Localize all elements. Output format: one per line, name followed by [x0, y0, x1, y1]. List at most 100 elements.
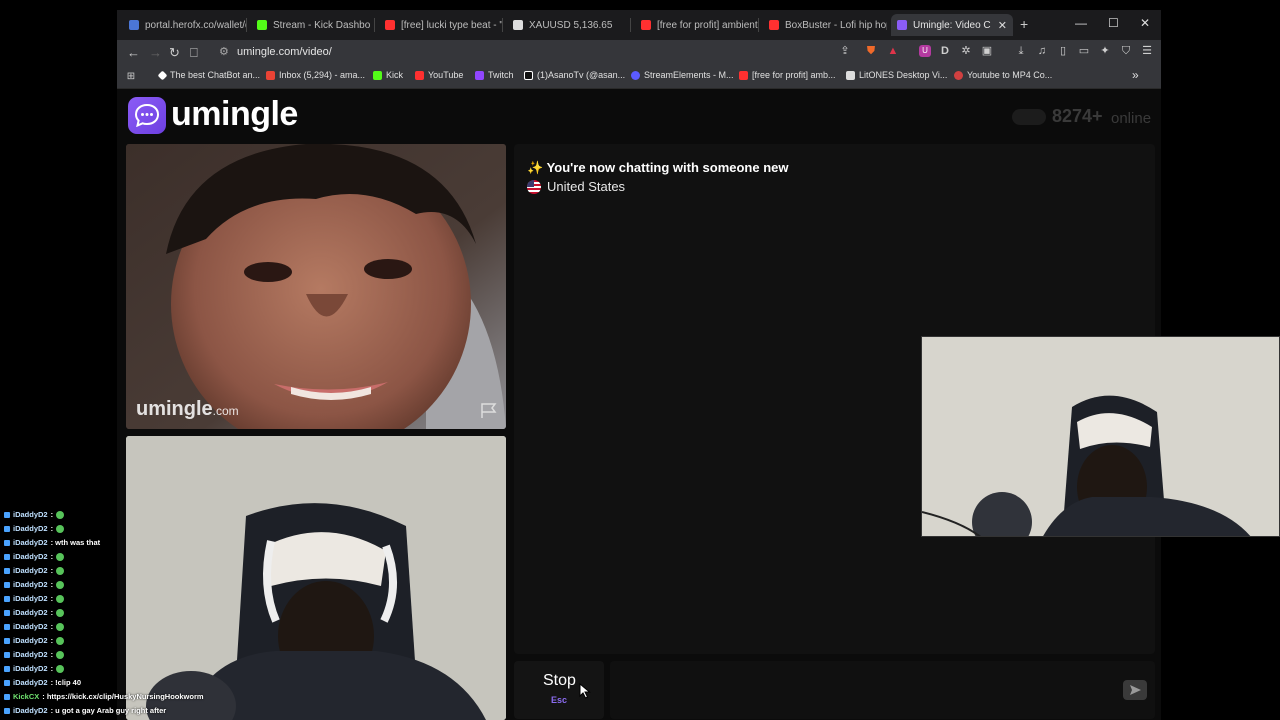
bookmark-streamelements[interactable]: StreamElements - M... — [631, 70, 734, 80]
tab-ambient[interactable]: [free for profit] ambient — [635, 14, 759, 36]
close-tab-icon[interactable]: ✕ — [998, 19, 1007, 32]
tab-favicon — [513, 20, 523, 30]
tab-kick-dashboard[interactable]: Stream - Kick Dashbo — [251, 14, 375, 36]
online-indicator — [1012, 109, 1046, 125]
report-flag-icon[interactable] — [480, 403, 498, 419]
country-label: United States — [547, 179, 626, 194]
bookmark-ambient[interactable]: [free for profit] amb... — [739, 70, 836, 80]
emote-icon — [56, 608, 65, 617]
address-bar[interactable]: umingle.com/video/ — [237, 46, 332, 58]
logo-chat-icon[interactable] — [128, 97, 166, 134]
tab-title: portal.herofx.co/wallet/d — [145, 19, 247, 31]
chat-username: iDaddyD2 — [13, 524, 48, 533]
stream-chat-message: iDaddyD2: — [4, 650, 65, 659]
bookmark-icon[interactable]: ⎕ — [190, 45, 198, 61]
stream-chat-message: iDaddyD2: — [4, 566, 65, 575]
site-logo[interactable]: umingle — [171, 95, 298, 134]
chat-badge-icon — [4, 637, 10, 644]
puzzle-icon[interactable]: ✲ — [960, 45, 972, 57]
emote-icon — [56, 622, 65, 631]
extension-box-icon[interactable]: ▣ — [981, 45, 993, 57]
chat-badge-icon — [4, 679, 10, 686]
bookmark-kick[interactable]: Kick — [373, 70, 403, 80]
chat-text: : — [50, 566, 54, 575]
tab-herofx[interactable]: portal.herofx.co/wallet/d — [123, 14, 247, 36]
chat-badge-icon — [4, 581, 10, 588]
chat-username: iDaddyD2 — [13, 510, 48, 519]
emote-icon — [56, 552, 65, 561]
tab-title: Stream - Kick Dashbo — [273, 19, 371, 31]
apps-grid-icon[interactable]: ⊞ — [125, 71, 137, 83]
more-bookmarks-icon[interactable]: » — [1132, 68, 1139, 82]
emote-icon — [56, 594, 65, 603]
bookmark-yt-mp4[interactable]: Youtube to MP4 Co... — [954, 70, 1052, 80]
bookmark-label: YouTube — [428, 70, 464, 80]
chat-badge-icon — [4, 567, 10, 574]
tab-boxbuster[interactable]: BoxBuster - Lofi hip hop — [763, 14, 887, 36]
leo-ai-icon[interactable]: ✦ — [1099, 45, 1111, 57]
music-icon[interactable]: ♫ — [1036, 45, 1048, 57]
tab-favicon — [129, 20, 139, 30]
extension-icon[interactable]: U — [919, 45, 931, 57]
brave-shield-icon[interactable]: ⛊ — [865, 45, 877, 57]
menu-icon[interactable]: ☰ — [1141, 45, 1153, 57]
new-tab-button[interactable]: + — [1020, 16, 1028, 32]
emote-icon — [56, 510, 65, 519]
stream-chat-message: iDaddyD2: — [4, 636, 65, 645]
stream-chat-overlay: iDaddyD2: iDaddyD2: iDaddyD2: wth was that… — [0, 500, 230, 720]
minimize-button[interactable]: — — [1075, 16, 1087, 30]
maximize-button[interactable]: ☐ — [1108, 16, 1119, 30]
watermark-text: umingle — [136, 398, 213, 420]
bookmark-label: Kick — [386, 70, 404, 80]
tab-strip: portal.herofx.co/wallet/d Stream - Kick … — [117, 10, 1161, 40]
brave-rewards-icon[interactable]: ▲ — [887, 45, 899, 57]
bookmark-label: Twitch — [488, 70, 514, 80]
chat-text: : — [50, 622, 54, 631]
extension-d-icon[interactable]: D — [939, 45, 951, 57]
close-window-button[interactable]: ✕ — [1140, 16, 1150, 30]
chat-text: : — [50, 664, 54, 673]
reload-icon[interactable]: ↻ — [169, 45, 180, 61]
tab-title: XAUUSD 5,136.65 — [529, 19, 613, 31]
back-icon[interactable]: ← — [127, 45, 140, 60]
chat-text: : — [50, 510, 54, 519]
chat-username: iDaddyD2 — [13, 650, 48, 659]
chat-username: iDaddyD2 — [13, 636, 48, 645]
bookmark-litones[interactable]: LitONES Desktop Vi... — [846, 70, 947, 80]
chat-text: : wth was that — [50, 538, 101, 547]
webcam-image — [922, 337, 1279, 536]
message-input[interactable] — [610, 661, 1155, 719]
send-icon[interactable] — [1123, 680, 1147, 700]
sparkle-icon: ✨ — [527, 160, 544, 175]
stream-chat-message: iDaddyD2: !clip 40 — [4, 678, 81, 687]
chat-username: iDaddyD2 — [13, 538, 48, 547]
forward-icon[interactable]: → — [149, 45, 162, 60]
wallet-icon[interactable]: ▭ — [1078, 45, 1090, 57]
bookmark-youtube[interactable]: YouTube — [415, 70, 463, 80]
vpn-shield-icon[interactable]: ⛉ — [1120, 45, 1132, 57]
bookmark-label: StreamElements - M... — [644, 70, 734, 80]
download-icon[interactable]: ⤓ — [1015, 45, 1027, 57]
bookmark-inbox[interactable]: Inbox (5,294) - ama... — [266, 70, 365, 80]
stop-button[interactable]: Stop Esc — [514, 661, 604, 719]
tab-umingle[interactable]: Umingle: Video C ✕ — [891, 14, 1013, 36]
chat-badge-icon — [4, 707, 10, 714]
chat-badge-icon — [4, 553, 10, 560]
chat-intro-text: You're now chatting with someone new — [546, 160, 789, 175]
site-info-icon[interactable]: ⚙ — [219, 45, 229, 58]
bookmark-tiktok[interactable]: (1)AsanoTv (@asan... — [524, 70, 625, 80]
tab-lucki-beat[interactable]: [free] lucki type beat - "c — [379, 14, 503, 36]
stream-chat-message: iDaddyD2: wth was that — [4, 538, 100, 547]
tab-xauusd[interactable]: XAUUSD 5,136.65 — [507, 14, 631, 36]
stream-chat-message: iDaddyD2: — [4, 552, 65, 561]
chat-badge-icon — [4, 525, 10, 532]
bookmark-chatbot[interactable]: The best ChatBot an... — [157, 70, 260, 80]
share-icon[interactable]: ⇪ — [839, 45, 851, 57]
chat-badge-icon — [4, 539, 10, 546]
chat-username: iDaddyD2 — [13, 706, 48, 715]
bookmark-twitch[interactable]: Twitch — [475, 70, 514, 80]
tab-favicon — [769, 20, 779, 30]
bookmark-label: Inbox (5,294) - ama... — [279, 70, 366, 80]
sidebar-icon[interactable]: ▯ — [1057, 45, 1069, 57]
chat-badge-icon — [4, 623, 10, 630]
